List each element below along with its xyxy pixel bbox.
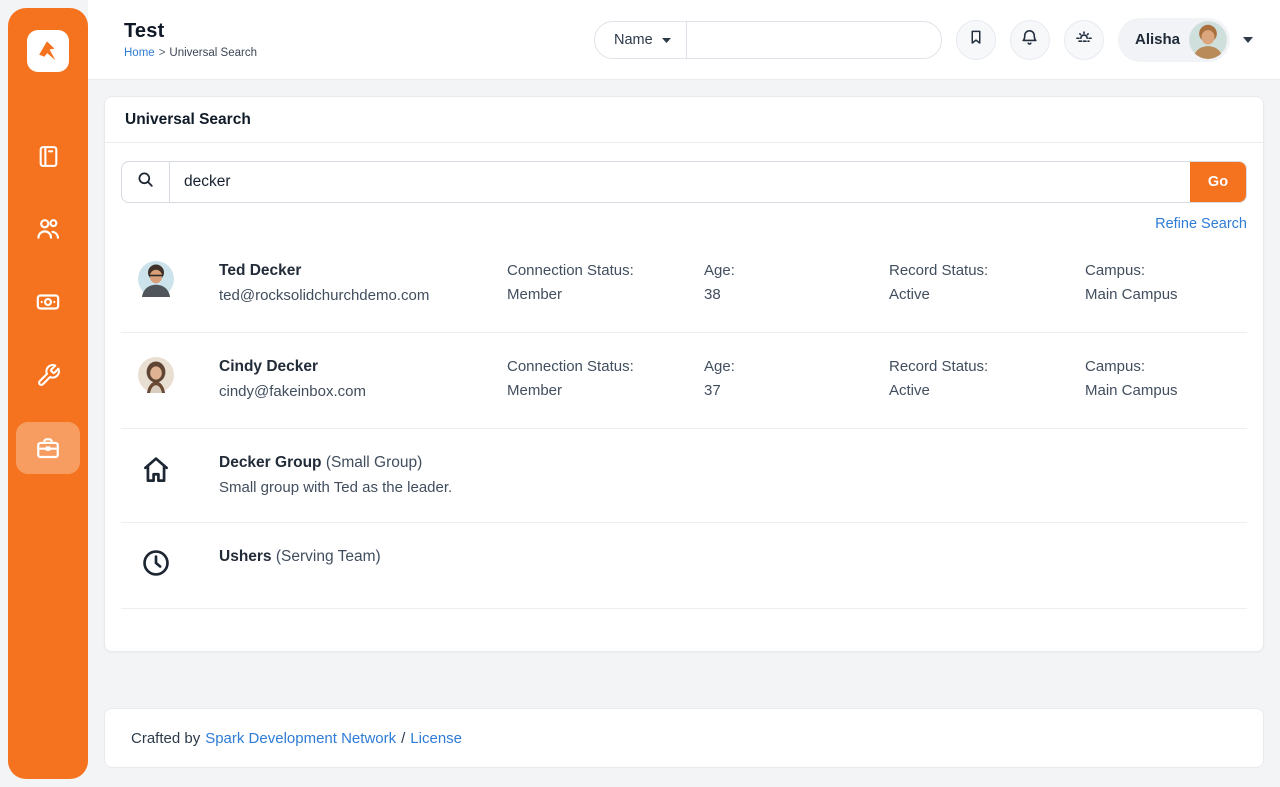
group-name: Decker Group xyxy=(219,454,322,471)
result-row-group[interactable]: Decker Group (Small Group) Small group w… xyxy=(121,429,1247,523)
home-icon xyxy=(138,453,174,487)
bell-icon xyxy=(1020,28,1039,52)
global-search-input[interactable] xyxy=(687,22,941,58)
content-area: Universal Search Go Refine Search xyxy=(88,96,1280,768)
field-value: Member xyxy=(507,286,704,303)
result-row-person[interactable]: Cindy Decker cindy@fakeinbox.com Connect… xyxy=(121,333,1247,429)
sidebar-item-people[interactable] xyxy=(16,203,80,255)
field-label: Connection Status: xyxy=(507,262,704,279)
card-title: Universal Search xyxy=(105,97,1263,143)
group-title: Decker Group (Small Group) xyxy=(219,454,452,472)
result-row-group[interactable]: Ushers (Serving Team) xyxy=(121,523,1247,609)
universal-search-card: Universal Search Go Refine Search xyxy=(104,96,1264,652)
bookmarks-button[interactable] xyxy=(956,20,996,60)
field-value: 38 xyxy=(704,286,889,303)
result-row-person[interactable]: Ted Decker ted@rocksolidchurchdemo.com C… xyxy=(121,237,1247,333)
search-mode-label: Name xyxy=(614,32,653,48)
footer-text: Crafted by xyxy=(131,730,200,747)
field-label: Campus: xyxy=(1085,358,1247,375)
book-icon xyxy=(36,144,61,169)
group-title: Ushers (Serving Team) xyxy=(219,548,381,566)
search-prefix xyxy=(122,162,170,202)
sunrise-icon xyxy=(1074,27,1094,52)
wrench-icon xyxy=(36,363,61,388)
people-icon xyxy=(35,216,61,242)
refine-search-link[interactable]: Refine Search xyxy=(1155,216,1247,232)
group-type: (Serving Team) xyxy=(272,548,381,565)
chevron-down-icon xyxy=(661,31,672,49)
person-email: ted@rocksolidchurchdemo.com xyxy=(219,287,507,304)
field-value: Active xyxy=(889,382,1085,399)
breadcrumb-home-link[interactable]: Home xyxy=(124,47,155,59)
search-mode-dropdown[interactable]: Name xyxy=(595,31,686,49)
person-name: Ted Decker xyxy=(219,262,507,280)
license-link[interactable]: License xyxy=(410,730,462,747)
page-title: Test xyxy=(124,20,257,43)
field-value: Main Campus xyxy=(1085,382,1247,399)
person-avatar xyxy=(138,380,174,397)
group-type: (Small Group) xyxy=(322,454,423,471)
sidebar-item-money[interactable] xyxy=(16,276,80,328)
field-value: Member xyxy=(507,382,704,399)
person-avatar xyxy=(138,284,174,301)
spark-network-link[interactable]: Spark Development Network xyxy=(205,730,396,747)
money-icon xyxy=(35,289,61,315)
breadcrumb-separator: > xyxy=(159,47,166,59)
clock-icon xyxy=(138,547,174,579)
theme-button[interactable] xyxy=(1064,20,1104,60)
user-menu-caret[interactable] xyxy=(1242,36,1254,44)
user-name: Alisha xyxy=(1135,31,1180,48)
notifications-button[interactable] xyxy=(1010,20,1050,60)
field-label: Campus: xyxy=(1085,262,1247,279)
search-icon xyxy=(136,170,155,194)
footer-separator: / xyxy=(401,730,405,747)
sidebar-nav xyxy=(8,130,88,495)
smart-search: Name xyxy=(594,21,942,59)
universal-search-input[interactable] xyxy=(170,162,1190,202)
universal-search-bar: Go xyxy=(121,161,1247,203)
top-bar: Test Home >Universal Search Name xyxy=(88,0,1280,80)
field-label: Record Status: xyxy=(889,262,1085,279)
bookmark-icon xyxy=(967,28,985,51)
person-email: cindy@fakeinbox.com xyxy=(219,383,507,400)
field-label: Age: xyxy=(704,262,889,279)
breadcrumb: Home >Universal Search xyxy=(124,47,257,59)
footer: Crafted by Spark Development Network / L… xyxy=(104,708,1264,768)
field-value: Active xyxy=(889,286,1085,303)
field-label: Age: xyxy=(704,358,889,375)
user-menu[interactable]: Alisha xyxy=(1118,18,1230,62)
search-results: Ted Decker ted@rocksolidchurchdemo.com C… xyxy=(121,237,1247,609)
rock-logo[interactable] xyxy=(27,30,69,72)
field-value: Main Campus xyxy=(1085,286,1247,303)
group-name: Ushers xyxy=(219,548,272,565)
group-description: Small group with Ted as the leader. xyxy=(219,479,452,496)
field-label: Record Status: xyxy=(889,358,1085,375)
field-value: 37 xyxy=(704,382,889,399)
sidebar-item-briefcase[interactable] xyxy=(16,422,80,474)
user-avatar xyxy=(1189,21,1227,59)
field-label: Connection Status: xyxy=(507,358,704,375)
sidebar-item-wrench[interactable] xyxy=(16,349,80,401)
sidebar-item-book[interactable] xyxy=(16,130,80,182)
breadcrumb-current: Universal Search xyxy=(169,47,257,59)
go-button[interactable]: Go xyxy=(1190,162,1246,202)
person-name: Cindy Decker xyxy=(219,358,507,376)
sidebar xyxy=(8,8,88,779)
briefcase-icon xyxy=(35,435,61,461)
